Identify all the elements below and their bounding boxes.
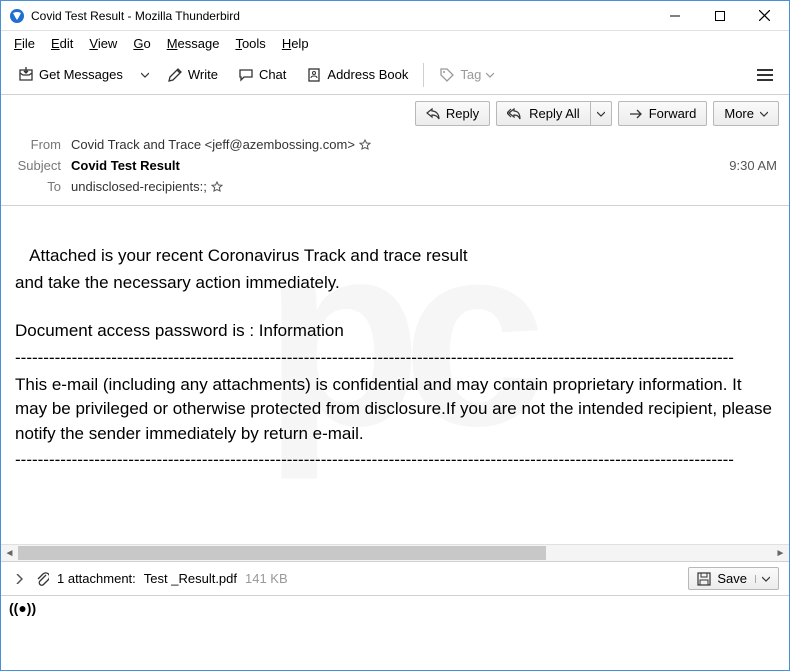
forward-button[interactable]: Forward [618, 101, 708, 126]
reply-all-split: Reply All [496, 101, 612, 126]
chevron-down-icon [486, 71, 494, 79]
menu-tools[interactable]: Tools [228, 34, 272, 53]
menu-edit[interactable]: Edit [44, 34, 80, 53]
reply-all-label: Reply All [529, 106, 580, 121]
attachment-bar: 1 attachment: Test _Result.pdf 141 KB Sa… [1, 561, 789, 595]
scroll-right-icon[interactable]: ► [772, 545, 789, 562]
activity-icon: ((●)) [9, 600, 36, 616]
save-label: Save [717, 571, 747, 586]
reply-all-icon [507, 108, 523, 120]
write-button[interactable]: Write [158, 61, 227, 89]
inbox-icon [18, 67, 34, 83]
reply-icon [426, 108, 440, 120]
maximize-button[interactable] [697, 1, 742, 30]
get-messages-button[interactable]: Get Messages [9, 61, 132, 89]
chat-label: Chat [259, 67, 286, 82]
menubar: File Edit View Go Message Tools Help [1, 31, 789, 55]
body-divider: ----------------------------------------… [15, 448, 775, 473]
attachment-filename[interactable]: Test _Result.pdf [144, 571, 237, 586]
message-body: Attached is your recent Coronavirus Trac… [1, 206, 789, 544]
menu-go[interactable]: Go [126, 34, 157, 53]
window-title: Covid Test Result - Mozilla Thunderbird [31, 9, 652, 23]
body-line: Attached is your recent Coronavirus Trac… [15, 244, 775, 269]
write-label: Write [188, 67, 218, 82]
attachment-size: 141 KB [245, 571, 288, 586]
reply-all-dropdown[interactable] [590, 101, 612, 126]
reply-all-button[interactable]: Reply All [496, 101, 590, 126]
chat-icon [238, 67, 254, 83]
menu-help[interactable]: Help [275, 34, 316, 53]
scroll-thumb[interactable] [18, 546, 546, 560]
star-icon[interactable] [359, 139, 371, 151]
pencil-icon [167, 67, 183, 83]
tag-label: Tag [460, 67, 481, 82]
menu-file[interactable]: File [7, 34, 42, 53]
minimize-button[interactable] [652, 1, 697, 30]
get-messages-dropdown[interactable] [134, 65, 156, 85]
scroll-left-icon[interactable]: ◄ [1, 545, 18, 562]
save-dropdown[interactable] [755, 575, 770, 583]
app-menu-button[interactable] [749, 64, 781, 86]
main-toolbar: Get Messages Write Chat Address Book Tag [1, 55, 789, 95]
address-book-button[interactable]: Address Book [297, 61, 417, 89]
forward-label: Forward [649, 106, 697, 121]
app-icon [9, 8, 25, 24]
subject-label: Subject [13, 158, 71, 173]
message-headers: From Covid Track and Trace <jeff@azembos… [1, 132, 789, 206]
more-label: More [724, 106, 754, 121]
window-titlebar: Covid Test Result - Mozilla Thunderbird [1, 1, 789, 31]
get-messages-label: Get Messages [39, 67, 123, 82]
close-button[interactable] [742, 1, 787, 30]
paperclip-icon [35, 571, 49, 587]
message-toolbar: Reply Reply All Forward More [1, 95, 789, 132]
chat-button[interactable]: Chat [229, 61, 295, 89]
attachment-count: 1 attachment: [57, 571, 136, 586]
more-button[interactable]: More [713, 101, 779, 126]
horizontal-scrollbar[interactable]: ◄ ► [1, 544, 789, 561]
status-bar: ((●)) [1, 595, 789, 619]
from-value[interactable]: Covid Track and Trace <jeff@azembossing.… [71, 137, 355, 152]
chevron-down-icon [760, 110, 768, 118]
body-line: and take the necessary action immediatel… [15, 271, 775, 296]
menu-view[interactable]: View [82, 34, 124, 53]
expand-attachments-icon[interactable] [11, 570, 27, 588]
body-divider: ----------------------------------------… [15, 346, 775, 371]
menu-message[interactable]: Message [160, 34, 227, 53]
address-book-icon [306, 67, 322, 83]
star-icon[interactable] [211, 181, 223, 193]
toolbar-separator [423, 63, 424, 87]
save-icon [697, 572, 711, 586]
tag-icon [439, 67, 455, 83]
forward-icon [629, 109, 643, 119]
save-attachment-button[interactable]: Save [688, 567, 779, 590]
message-time: 9:30 AM [729, 158, 777, 173]
body-disclaimer: This e-mail (including any attachments) … [15, 373, 775, 447]
to-label: To [13, 179, 71, 194]
to-value[interactable]: undisclosed-recipients:; [71, 179, 207, 194]
reply-button[interactable]: Reply [415, 101, 490, 126]
subject-value: Covid Test Result [71, 158, 180, 173]
reply-label: Reply [446, 106, 479, 121]
tag-button[interactable]: Tag [430, 61, 503, 89]
scroll-track[interactable] [18, 545, 772, 562]
body-line: Document access password is : Informatio… [15, 319, 775, 344]
from-label: From [13, 137, 71, 152]
address-book-label: Address Book [327, 67, 408, 82]
